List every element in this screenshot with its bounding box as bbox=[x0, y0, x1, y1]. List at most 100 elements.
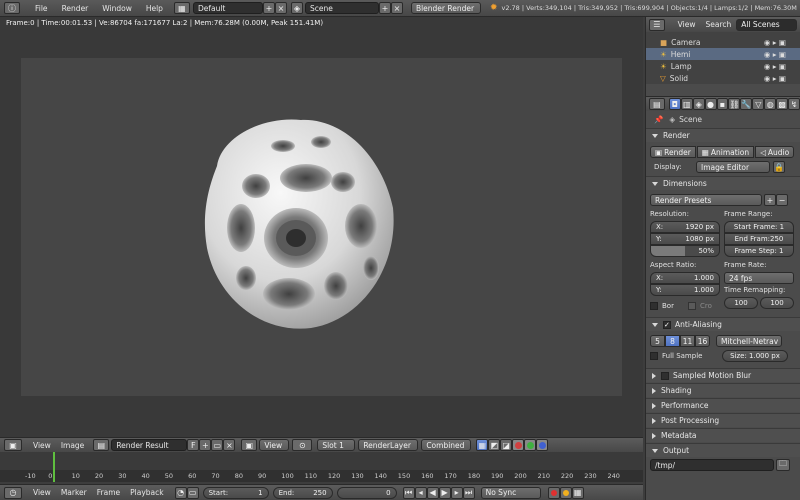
alpha-icon[interactable]: ◩ bbox=[488, 439, 501, 451]
lock-icon[interactable]: 🔒 bbox=[773, 161, 785, 173]
constraints-tab-icon[interactable]: ⛓ bbox=[728, 98, 741, 110]
outliner-tab-view[interactable]: View bbox=[673, 20, 701, 29]
slot-dropdown[interactable]: Slot 1 bbox=[317, 439, 356, 451]
dimensions-panel-header[interactable]: Dimensions bbox=[646, 176, 800, 190]
render-audio-button[interactable]: ◁ Audio bbox=[755, 146, 795, 158]
aspect-x-field[interactable]: X: 1.000 bbox=[650, 272, 720, 284]
outliner-item-hemi[interactable]: ☀ Hemi ◉ ▸ ▣ bbox=[646, 48, 800, 60]
anti-aliasing-panel-header[interactable]: ✓ Anti-Aliasing bbox=[646, 317, 800, 331]
visibility-eye-icon[interactable]: ◉ ▸ ▣ bbox=[764, 50, 786, 59]
output-panel-header[interactable]: Output bbox=[646, 443, 800, 457]
remap-new-field[interactable]: 100 bbox=[760, 297, 794, 309]
frame-step-field[interactable]: Frame Step: 1 bbox=[724, 245, 794, 257]
outliner-item-camera[interactable]: ■ Camera ◉ ▸ ▣ bbox=[646, 36, 800, 48]
color-green-icon[interactable] bbox=[524, 439, 537, 451]
frame-rate-dropdown[interactable]: 24 fps bbox=[724, 272, 794, 284]
material-tab-icon[interactable]: ◍ bbox=[764, 98, 777, 110]
render-engine-dropdown[interactable]: Blender Render bbox=[410, 2, 481, 14]
object-tab-icon[interactable]: ▪ bbox=[716, 98, 729, 110]
preview-range-icon[interactable]: ◔ bbox=[174, 486, 187, 499]
world-tab-icon[interactable]: ● bbox=[704, 98, 717, 110]
add-layout-button[interactable]: + bbox=[262, 2, 275, 14]
image-browse-icon[interactable]: ▤ bbox=[93, 439, 110, 451]
metadata-panel-header[interactable]: Metadata bbox=[646, 428, 800, 442]
performance-panel-header[interactable]: Performance bbox=[646, 398, 800, 412]
add-scene-button[interactable]: + bbox=[378, 2, 391, 14]
render-animation-button[interactable]: ▦ Animation bbox=[696, 146, 755, 158]
render-panel-header[interactable]: Render bbox=[646, 128, 800, 142]
view-mode-icon[interactable]: ▣ bbox=[241, 439, 258, 451]
record-button[interactable] bbox=[547, 486, 560, 499]
motion-blur-checkbox[interactable] bbox=[661, 371, 669, 380]
render-presets-dropdown[interactable]: Render Presets bbox=[650, 194, 762, 206]
outliner-tab-search[interactable]: Search bbox=[700, 20, 736, 29]
keying-set-icon[interactable]: ▦ bbox=[571, 486, 584, 499]
menu-view[interactable]: View bbox=[28, 441, 56, 450]
outliner-scope-dropdown[interactable]: All Scenes bbox=[736, 18, 797, 31]
output-path-field[interactable]: /tmp/ bbox=[650, 459, 774, 471]
data-tab-icon[interactable]: ▽ bbox=[752, 98, 765, 110]
start-frame-field[interactable]: Start: 1 bbox=[202, 486, 269, 499]
aa-sample-16[interactable]: 16 bbox=[695, 335, 710, 347]
end-frame-field[interactable]: End Fram:250 bbox=[724, 233, 794, 245]
aspect-y-field[interactable]: Y: 1.000 bbox=[650, 284, 720, 296]
close-image-button[interactable]: × bbox=[223, 439, 236, 451]
timeline-editor-icon[interactable]: ◷ bbox=[4, 486, 22, 499]
color-red-icon[interactable] bbox=[512, 439, 525, 451]
timeline-menu-view[interactable]: View bbox=[28, 488, 56, 497]
open-image-button[interactable]: ▭ bbox=[211, 439, 224, 451]
display-dropdown[interactable]: Image Editor bbox=[696, 161, 770, 173]
render-layer-dropdown[interactable]: RenderLayer bbox=[358, 439, 419, 451]
scene-field[interactable]: Scene bbox=[304, 2, 379, 14]
visibility-eye-icon[interactable]: ◉ ▸ ▣ bbox=[764, 62, 786, 71]
timeline-menu-frame[interactable]: Frame bbox=[92, 488, 125, 497]
layers-tab-icon[interactable]: ▥ bbox=[680, 98, 693, 110]
pivot-icon[interactable]: ⊙ bbox=[292, 439, 313, 451]
render-pass-dropdown[interactable]: Combined bbox=[421, 439, 472, 451]
visibility-eye-icon[interactable]: ◉ ▸ ▣ bbox=[764, 38, 786, 47]
border-checkbox[interactable] bbox=[650, 302, 658, 310]
remove-preset-button[interactable]: − bbox=[776, 194, 788, 206]
crop-checkbox[interactable] bbox=[687, 302, 696, 310]
image-name-field[interactable]: Render Result bbox=[111, 439, 188, 451]
motion-blur-panel-header[interactable]: Sampled Motion Blur bbox=[646, 368, 800, 382]
current-frame-field[interactable]: 0 bbox=[336, 486, 397, 499]
aa-enable-checkbox[interactable]: ✓ bbox=[663, 320, 671, 329]
play-button[interactable]: ▶ bbox=[438, 486, 451, 499]
aa-filter-dropdown[interactable]: Mitchell-Netrav bbox=[716, 335, 782, 347]
jump-key-back-button[interactable]: ◂ bbox=[414, 486, 427, 499]
aa-sample-11[interactable]: 11 bbox=[680, 335, 695, 347]
menu-image[interactable]: Image bbox=[56, 441, 90, 450]
res-x-field[interactable]: X: 1920 px bbox=[650, 221, 720, 233]
jump-end-button[interactable]: ⏭ bbox=[462, 486, 475, 499]
channels-icon[interactable]: ▦ bbox=[476, 439, 489, 451]
fake-user-button[interactable]: F bbox=[187, 439, 200, 451]
scene-tab-icon[interactable]: ◈ bbox=[692, 98, 705, 110]
physics-tab-icon[interactable]: ↯ bbox=[788, 98, 800, 110]
scene-icon[interactable]: ◈ bbox=[290, 2, 303, 14]
color-blue-icon[interactable] bbox=[536, 439, 549, 451]
timeline-menu-playback[interactable]: Playback bbox=[125, 488, 168, 497]
sync-dropdown[interactable]: No Sync bbox=[480, 486, 541, 499]
visibility-eye-icon[interactable]: ◉ ▸ ▣ bbox=[764, 74, 786, 83]
menu-help[interactable]: Help bbox=[139, 4, 170, 13]
menu-render[interactable]: Render bbox=[55, 4, 96, 13]
post-processing-panel-header[interactable]: Post Processing bbox=[646, 413, 800, 427]
render-image-button[interactable]: ▣ Render bbox=[650, 146, 696, 158]
screen-layout-icon[interactable]: ▦ bbox=[173, 2, 190, 14]
outliner-item-lamp[interactable]: ☀ Lamp ◉ ▸ ▣ bbox=[646, 60, 800, 72]
new-image-button[interactable]: + bbox=[199, 439, 212, 451]
editor-type-icon[interactable]: ▣ bbox=[4, 439, 22, 451]
view-dropdown[interactable]: View bbox=[259, 439, 290, 451]
outliner-editor-icon[interactable]: ☰ bbox=[649, 18, 665, 31]
keyframe-icon[interactable] bbox=[559, 486, 572, 499]
pin-icon[interactable]: 📌 bbox=[654, 115, 663, 124]
add-preset-button[interactable]: + bbox=[764, 194, 776, 206]
keying-icon[interactable]: ▭ bbox=[186, 486, 199, 499]
remove-layout-button[interactable]: × bbox=[274, 2, 287, 14]
layout-field[interactable]: Default bbox=[192, 2, 263, 14]
remove-scene-button[interactable]: × bbox=[390, 2, 403, 14]
remap-old-field[interactable]: 100 bbox=[724, 297, 758, 309]
play-reverse-button[interactable]: ◀ bbox=[426, 486, 439, 499]
properties-editor-icon[interactable]: ▤ bbox=[649, 98, 665, 110]
